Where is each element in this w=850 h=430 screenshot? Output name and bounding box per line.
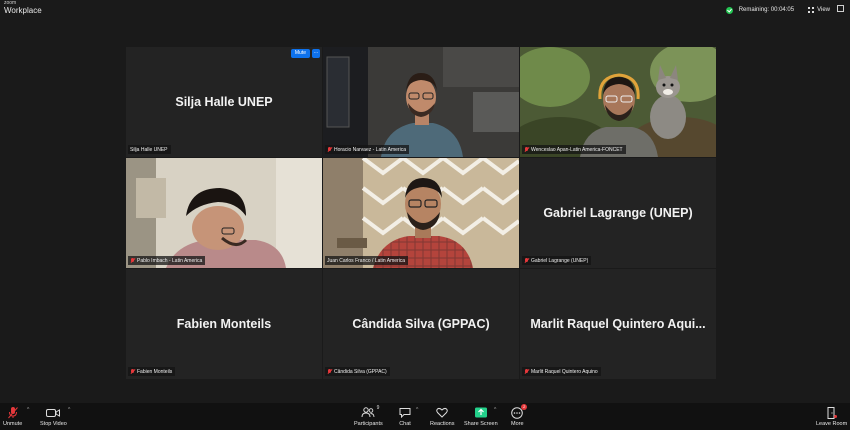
participant-name-large: Cândida Silva (GPPAC) — [352, 317, 490, 331]
participant-label: Pablo Imbach - Latin America — [128, 256, 206, 265]
leave-room-label: Leave Room — [816, 421, 848, 427]
participant-tile-juan-carlos-franco[interactable]: Juan Carlos Franco / Latin America — [323, 158, 519, 268]
more-dots-icon: 2 — [511, 404, 528, 419]
meeting-status: Remaining: 00:04:05 View — [725, 4, 830, 16]
stop-video-label: Stop Video — [40, 421, 67, 427]
participant-label: Silja Halle UNEP — [128, 145, 171, 154]
share-screen-icon — [474, 406, 487, 419]
more-label: More — [511, 421, 524, 427]
heart-icon — [436, 406, 448, 419]
zoom-workplace-logo: zoom Workplace — [4, 1, 42, 15]
reactions-button[interactable]: Reactions — [430, 406, 454, 427]
chat-button[interactable]: Chat — [399, 406, 411, 427]
participants-icon: 9 — [361, 405, 379, 419]
participant-more-button[interactable]: ... — [312, 49, 320, 58]
participant-tile-marlit-quintero[interactable]: Marlit Raquel Quintero Aqui... Marlit Ra… — [520, 269, 716, 379]
participant-video-feed — [126, 158, 322, 268]
participant-tile-horacio-narvaez[interactable]: Horacio Narvaez - Latin America — [323, 47, 519, 157]
video-options-caret-icon[interactable]: ^ — [68, 407, 70, 413]
stop-video-button[interactable]: Stop Video — [40, 406, 67, 427]
participants-label: Participants — [354, 421, 383, 427]
participant-label-text: Horacio Narvaez - Latin America — [334, 146, 406, 153]
participant-label: Cândida Silva (GPPAC) — [325, 367, 390, 376]
participant-video-feed — [520, 47, 716, 157]
participant-label-text: Gabriel Lagrange (UNEP) — [531, 257, 589, 264]
microphone-muted-icon — [327, 146, 332, 153]
participant-label: Horacio Narvaez - Latin America — [325, 145, 409, 154]
participant-name-large: Gabriel Lagrange (UNEP) — [543, 206, 693, 220]
participant-label-text: Silja Halle UNEP — [130, 146, 168, 153]
participants-count: 9 — [376, 405, 380, 411]
unmute-button[interactable]: Unmute — [3, 406, 22, 427]
participant-label-text: Juan Carlos Franco / Latin America — [327, 257, 406, 264]
participant-tile-candida-silva[interactable]: Cândida Silva (GPPAC) Cândida Silva (GPP… — [323, 269, 519, 379]
fullscreen-icon[interactable] — [837, 5, 844, 12]
view-button[interactable]: View — [808, 7, 830, 13]
participant-label-text: Marlit Raquel Quintero Aquino — [531, 368, 598, 375]
participant-tile-fabien-monteils[interactable]: Fabien Monteils Fabien Monteils — [126, 269, 322, 379]
microphone-muted-icon — [524, 146, 529, 153]
participant-label-text: Pablo Imbach - Latin America — [137, 257, 203, 264]
microphone-muted-icon — [130, 257, 135, 264]
participant-label-text: Cândida Silva (GPPAC) — [334, 368, 387, 375]
participant-label-text: Fabien Monteils — [137, 368, 173, 375]
meeting-controls-toolbar: Unmute ^ Stop Video ^ 9 Participants Cha… — [0, 403, 850, 430]
view-label: View — [817, 7, 830, 13]
microphone-muted-icon — [7, 406, 18, 419]
chat-bubble-icon — [399, 406, 411, 419]
participant-label: Fabien Monteils — [128, 367, 176, 376]
participant-tile-gabriel-lagrange[interactable]: Gabriel Lagrange (UNEP) Gabriel Lagrange… — [520, 158, 716, 268]
audio-options-caret-icon[interactable]: ^ — [27, 407, 29, 413]
leave-room-icon — [827, 406, 837, 419]
mute-participant-button[interactable]: Mute — [290, 49, 310, 58]
participant-label: Wenceslao Apan-Latin America-FONCET — [522, 145, 626, 154]
reactions-label: Reactions — [430, 421, 455, 427]
participant-name-large: Fabien Monteils — [176, 317, 272, 331]
microphone-muted-icon — [327, 368, 332, 375]
participant-tile-wenceslao-apan[interactable]: Wenceslao Apan-Latin America-FONCET — [520, 47, 716, 157]
participant-label: Juan Carlos Franco / Latin America — [325, 256, 409, 265]
participants-button[interactable]: 9 Participants — [354, 405, 383, 427]
leave-room-button[interactable]: Leave Room — [816, 406, 847, 427]
participant-video-feed — [323, 47, 519, 157]
participant-video-feed — [323, 158, 519, 268]
microphone-muted-icon — [524, 368, 529, 375]
participant-label: Gabriel Lagrange (UNEP) — [522, 256, 592, 265]
more-notification-badge: 2 — [521, 404, 528, 410]
participant-name-large: Silja Halle UNEP — [175, 95, 273, 109]
share-options-caret-icon[interactable]: ^ — [494, 407, 496, 413]
grid-view-icon — [808, 7, 815, 13]
chat-label: Chat — [399, 421, 411, 427]
microphone-muted-icon — [524, 257, 529, 264]
top-bar: zoom Workplace Remaining: 00:04:05 View — [0, 0, 850, 20]
participant-tile-pablo-imbach[interactable]: Pablo Imbach - Latin America — [126, 158, 322, 268]
encryption-shield-icon[interactable] — [725, 6, 733, 14]
participant-name-large: Marlit Raquel Quintero Aqui... — [530, 317, 706, 331]
participant-tile-silja-halle[interactable]: Silja Halle UNEP Mute ... Silja Halle UN… — [126, 47, 322, 157]
participant-label: Marlit Raquel Quintero Aquino — [522, 367, 601, 376]
share-screen-button[interactable]: Share Screen — [464, 406, 498, 427]
share-screen-label: Share Screen — [464, 421, 498, 427]
logo-workplace-text: Workplace — [4, 6, 42, 15]
remaining-time: Remaining: 00:04:05 — [738, 7, 795, 13]
chat-options-caret-icon[interactable]: ^ — [416, 407, 418, 413]
microphone-muted-icon — [130, 368, 135, 375]
video-camera-icon — [46, 406, 61, 419]
participant-label-text: Wenceslao Apan-Latin America-FONCET — [531, 146, 623, 153]
more-button[interactable]: 2 More — [511, 404, 528, 427]
unmute-label: Unmute — [3, 421, 23, 427]
